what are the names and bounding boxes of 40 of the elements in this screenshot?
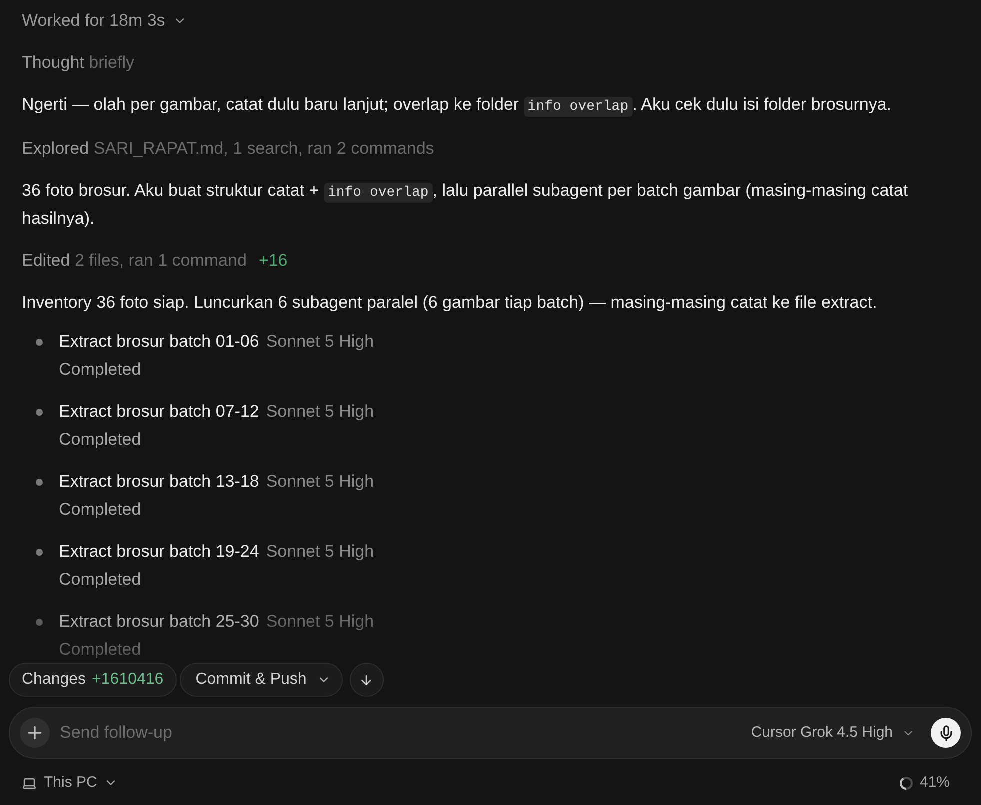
task-title[interactable]: Extract brosur batch 19-24 [59, 538, 260, 566]
worked-duration-toggle[interactable]: Worked for 18m 3s [22, 8, 188, 34]
task-title[interactable]: Extract brosur batch 07-12 [59, 398, 260, 426]
task-status: Completed [59, 429, 142, 451]
model-picker[interactable]: Cursor Grok 4.5 High [751, 722, 915, 744]
add-button[interactable] [20, 718, 50, 748]
task-title[interactable]: Extract brosur batch 25-30 [59, 608, 260, 636]
model-name: Sonnet 5 High [266, 471, 374, 493]
activity-summary[interactable]: Thought briefly [22, 50, 134, 76]
context-usage-percent: 41% [920, 772, 950, 793]
bullet-icon [36, 409, 43, 416]
added-lines-count: +16 [258, 250, 288, 272]
activity-summary[interactable]: Explored SARI_RAPAT.md, 1 search, ran 2 commands [22, 136, 434, 162]
bullet-icon [36, 339, 43, 346]
laptop-icon [22, 776, 37, 790]
bullet-icon [36, 549, 43, 556]
task-status: Completed [59, 569, 142, 591]
task-title[interactable]: Extract brosur batch 13-18 [59, 468, 260, 496]
bullet-icon [36, 479, 43, 486]
task-status: Completed [59, 639, 142, 661]
task-status: Completed [59, 359, 142, 381]
model-name: Sonnet 5 High [266, 401, 374, 423]
model-name: Sonnet 5 High [266, 541, 374, 563]
message-paragraph: Inventory 36 foto siap. Luncurkan 6 subagent paralel (6 gambar tiap batch) — masing-masing catat ke file extract. [22, 292, 878, 314]
task-status: Completed [59, 499, 142, 521]
message-paragraph: Ngerti — olah per gambar, catat dulu baru lanjut; overlap ke folder info overlap . Aku cek dulu isi folder brosurnya. [22, 94, 893, 119]
microphone-button[interactable] [931, 718, 961, 748]
scroll-down-button[interactable] [350, 663, 384, 697]
message-composer[interactable]: Send follow-up Cursor Grok 4.5 High [9, 707, 972, 759]
changes-button[interactable]: Changes +1610416 [9, 663, 177, 697]
message-input[interactable]: Send follow-up [60, 720, 752, 746]
model-name: Sonnet 5 High [266, 611, 374, 633]
location-picker[interactable]: This PC [22, 772, 118, 794]
arrow-down-icon [359, 672, 374, 688]
bullet-icon [36, 619, 43, 626]
model-name: Sonnet 5 High [266, 331, 374, 353]
message-paragraph: 36 foto brosur. Aku buat struktur catat + info overlap , lalu parallel subagent per batch gambar (masing-masing catat hasilnya). [22, 180, 910, 230]
activity-summary[interactable]: Edited 2 files, ran 1 command [22, 248, 247, 274]
task-title[interactable]: Extract brosur batch 01-06 [59, 328, 260, 356]
commit-push-button[interactable]: Commit & Push [180, 663, 343, 697]
